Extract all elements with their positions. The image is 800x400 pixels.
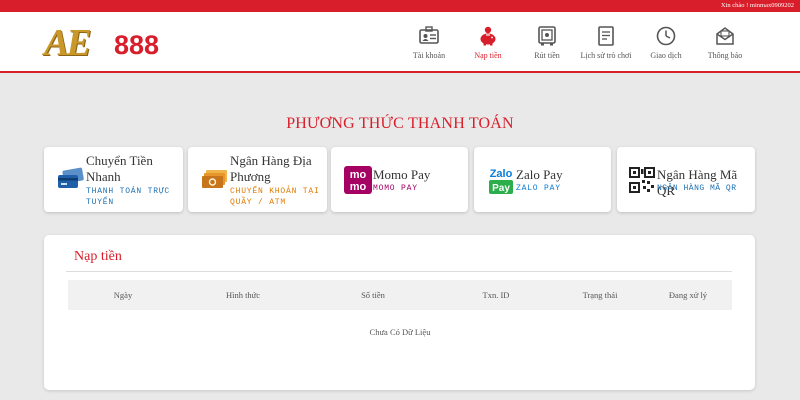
zalopay-logo-line2: Pay [492, 183, 510, 194]
payment-methods-title: PHƯƠNG THỨC THANH TOÁN [286, 115, 514, 132]
payment-card-momo-pay[interactable]: mo mo Momo Pay MOMO PAY [331, 147, 468, 212]
column-header-processing: Đang xử lý [668, 290, 708, 300]
payment-method-name: Zalo Pay [516, 167, 563, 182]
empty-table-message: Chưa Có Dữ Liệu [369, 327, 431, 337]
momo-logo-icon: mo mo [341, 163, 375, 197]
piggy-bank-icon [476, 24, 500, 48]
nav-nap-tien[interactable]: Nạp tiền [456, 24, 520, 60]
safe-icon [535, 24, 559, 48]
payment-method-name: Ngân Hàng Địa Phương [230, 153, 312, 185]
nav-rut-tien[interactable]: Rút tiền [515, 24, 579, 60]
cash-icon [198, 163, 232, 197]
momo-logo-line2: mo [350, 181, 367, 193]
payment-card-ngan-hang-dia-phuong[interactable]: Ngân Hàng Địa Phương CHUYỂN KHOẢN TẠI QU… [188, 147, 327, 212]
column-header-date: Ngày [113, 290, 133, 300]
zalopay-logo-line1: Zalo [490, 168, 513, 180]
qr-code-icon [625, 163, 659, 197]
top-bar: Xin chào ! minmax0909202 [0, 0, 800, 12]
column-header-amount: Số tiền [361, 290, 385, 300]
nav-label: Thông báo [707, 51, 743, 60]
deposit-history-panel: Nạp tiền Ngày Hình thức Số tiền Txn. ID … [44, 235, 755, 390]
payment-method-sub-line1: THANH TOÁN TRỰC [86, 187, 171, 196]
payment-card-zalo-pay[interactable]: Zalo Pay Zalo Pay ZALO PAY [474, 147, 611, 212]
nav-label: Nạp tiền [474, 51, 502, 60]
divider [66, 271, 732, 272]
column-header-txn-id: Txn. ID [482, 290, 510, 300]
logo-888: 888 [114, 30, 160, 60]
nav-thong-bao[interactable]: Thông báo [693, 24, 757, 60]
header: AE 888 Tài khoản Nạp tiền Rút tiền Lịch … [0, 12, 800, 73]
history-icon [594, 24, 618, 48]
payment-method-name-line1: Chuyển Tiền [86, 153, 153, 168]
column-header-status: Trạng thái [582, 290, 618, 300]
payment-method-sub-line2: TUYẾN [86, 198, 115, 207]
user-greeting: Xin chào ! minmax0909202 [720, 2, 794, 9]
payment-method-name-line2: Phương [230, 169, 271, 184]
payment-method-subtitle: ZALO PAY [516, 184, 561, 193]
payment-card-ngan-hang-ma-qr[interactable]: Ngân Hàng Mã QR NGÂN HÀNG MÃ QR [617, 147, 755, 212]
column-header-method: Hình thức [225, 290, 261, 300]
nav-tai-khoan[interactable]: Tài khoản [397, 24, 461, 60]
payment-method-subtitle: NGÂN HÀNG MÃ QR [657, 184, 737, 193]
payment-method-sub-line2: QUẦY / ATM [230, 198, 287, 207]
credit-card-icon [54, 163, 88, 197]
payment-method-name: Chuyển Tiền Nhanh [86, 153, 153, 185]
clock-icon [654, 24, 678, 48]
payment-method-name-line1: Ngân Hàng Địa [230, 153, 312, 168]
id-card-icon [417, 24, 441, 48]
nav-label: Giao dịch [650, 51, 682, 60]
payment-method-name-line2: Nhanh [86, 169, 121, 184]
momo-logo-line1: mo [350, 169, 367, 181]
nav-label: Lịch sử trò chơi [580, 51, 632, 60]
payment-method-subtitle: CHUYỂN KHOẢN TẠI QUẦY / ATM [230, 186, 320, 208]
nav-label: Rút tiền [534, 51, 560, 60]
table-header: Ngày Hình thức Số tiền Txn. ID Trạng thá… [68, 280, 732, 310]
payment-method-sub-line1: CHUYỂN KHOẢN TẠI [230, 187, 320, 196]
payment-card-chuyen-tien-nhanh[interactable]: Chuyển Tiền Nhanh THANH TOÁN TRỰC TUYẾN [44, 147, 183, 212]
deposit-panel-title: Nạp tiền [74, 249, 122, 264]
payment-method-name: Momo Pay [373, 167, 431, 182]
mail-icon [713, 24, 737, 48]
payment-method-subtitle: THANH TOÁN TRỰC TUYẾN [86, 186, 170, 208]
nav-giao-dich[interactable]: Giao dịch [634, 24, 698, 60]
payment-method-subtitle: MOMO PAY [373, 184, 418, 193]
logo-ae: AE [44, 22, 92, 64]
nav-label: Tài khoản [412, 51, 446, 60]
zalopay-logo-icon: Zalo Pay [484, 163, 518, 197]
site-logo[interactable]: AE 888 [44, 22, 174, 66]
nav-lich-su-tro-choi[interactable]: Lịch sử trò chơi [574, 24, 638, 60]
